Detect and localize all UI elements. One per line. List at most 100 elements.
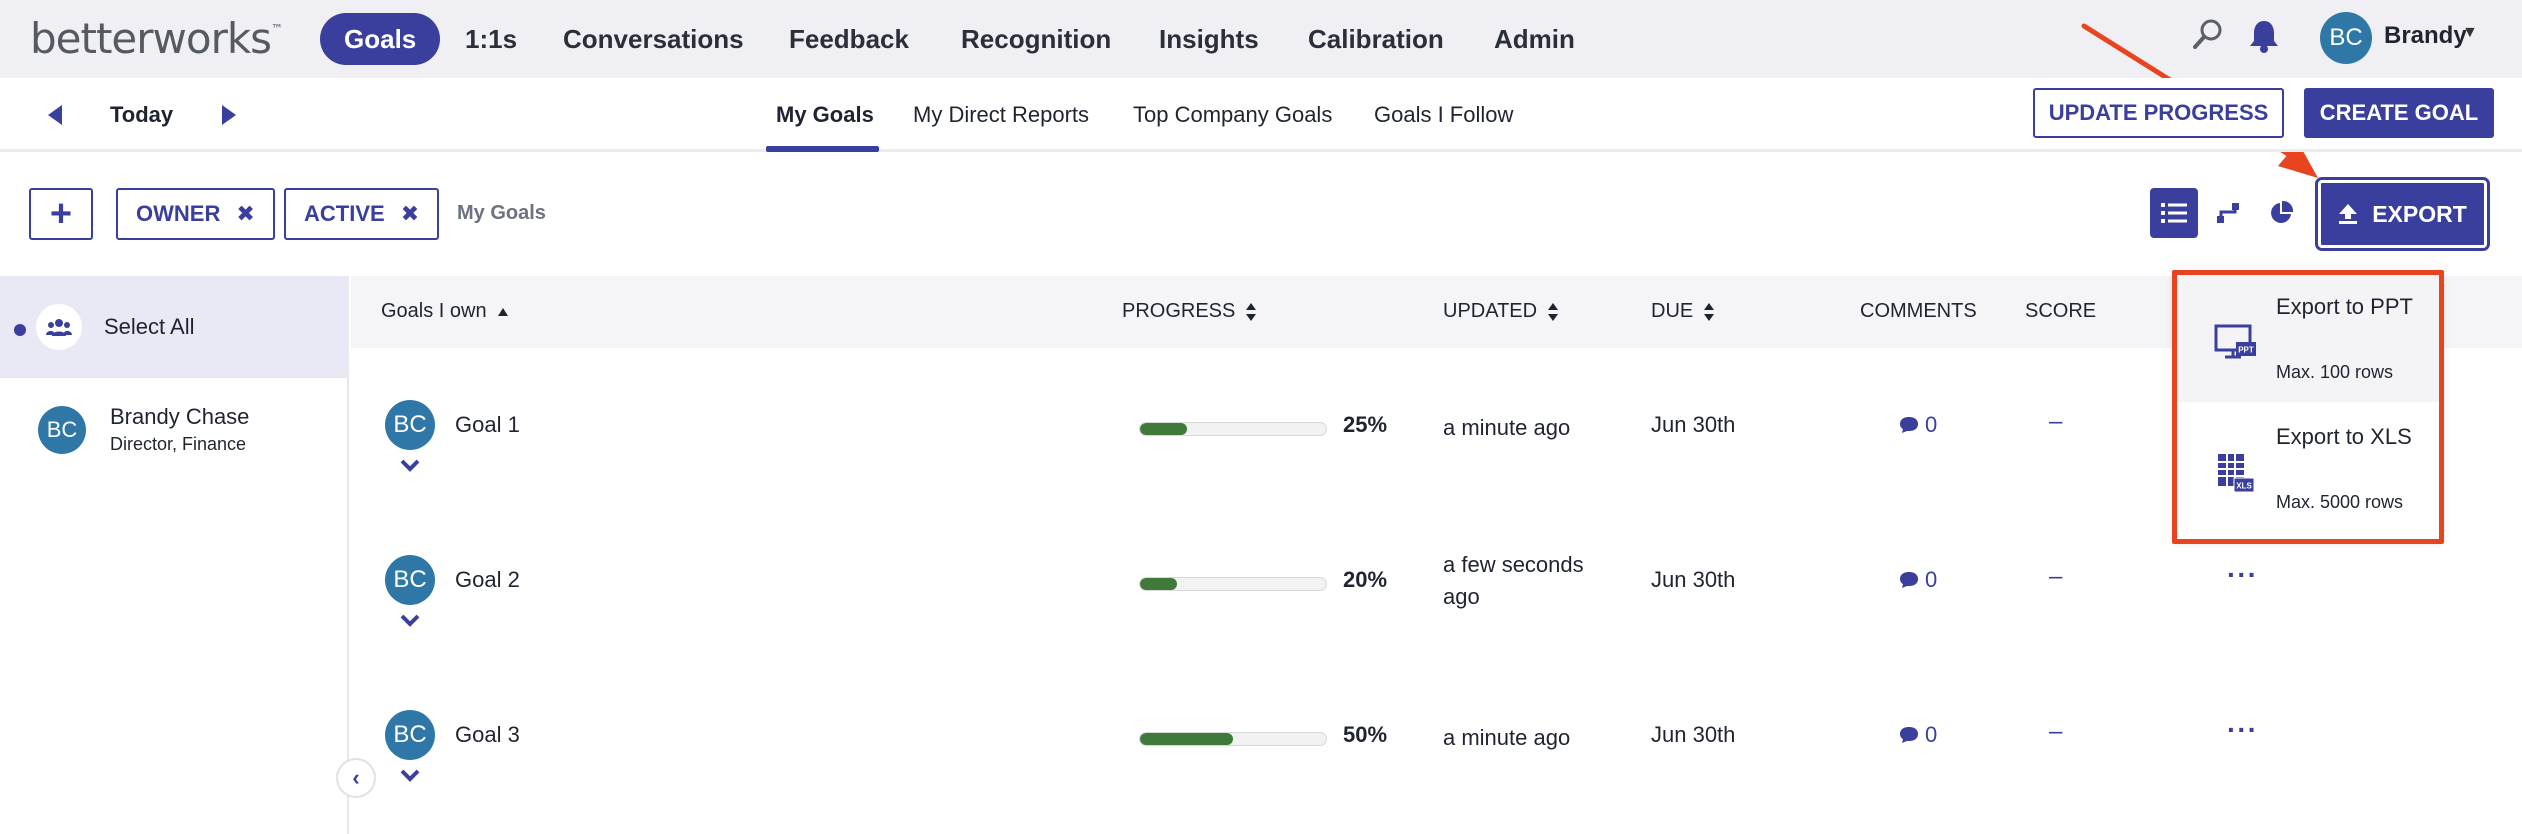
- chevron-down-icon[interactable]: [399, 768, 421, 782]
- comments-link[interactable]: 0: [1899, 567, 1937, 593]
- active-tab-indicator: [766, 146, 879, 152]
- comment-count: 0: [1925, 567, 1938, 592]
- due-date: Jun 30th: [1651, 567, 1736, 592]
- comment-icon: [1900, 727, 1918, 743]
- export-menu: PPT Export to PPT Max. 100 rows XLS Expo…: [2174, 272, 2442, 540]
- score-value: –: [2049, 563, 2063, 590]
- sort-icon: [1704, 302, 1715, 321]
- filter-chip-label: OWNER: [136, 201, 221, 226]
- tab-my-direct-reports[interactable]: My Direct Reports: [913, 102, 1089, 128]
- list-icon: [2161, 203, 2187, 223]
- nav-admin[interactable]: Admin: [1494, 21, 1575, 57]
- column-comments: COMMENTS: [1860, 300, 1977, 322]
- column-progress[interactable]: PROGRESS: [1122, 300, 1257, 323]
- top-navigation: betterworks™ Goals 1:1s Conversations Fe…: [0, 0, 2522, 178]
- export-option-limit: Max. 5000 rows: [2276, 492, 2404, 512]
- column-label: DUE: [1651, 300, 1694, 322]
- updated-time: a minute ago: [1443, 725, 1571, 750]
- avatar: BC: [385, 555, 435, 605]
- person-name: Brandy Chase: [110, 404, 250, 429]
- comment-icon: [1900, 417, 1918, 433]
- ppt-icon: PPT: [2214, 324, 2256, 359]
- select-all-label: Select All: [104, 314, 195, 339]
- nav-recognition[interactable]: Recognition: [961, 21, 1111, 57]
- betterworks-logo[interactable]: betterworks™: [30, 14, 283, 63]
- column-label: Goals I own: [381, 300, 487, 322]
- export-button[interactable]: EXPORT: [2315, 177, 2490, 251]
- progress-percent: 20%: [1343, 567, 1388, 592]
- filter-chip-active[interactable]: ACTIVE ✖: [284, 188, 440, 240]
- column-due[interactable]: DUE: [1651, 300, 1715, 323]
- nav-conversations[interactable]: Conversations: [563, 21, 744, 57]
- chevron-down-icon[interactable]: ▼: [2462, 24, 2478, 42]
- previous-period-icon[interactable]: [48, 105, 62, 125]
- chevron-down-icon[interactable]: [399, 613, 421, 627]
- export-option-limit: Max. 100 rows: [2276, 362, 2394, 382]
- filter-chip-owner[interactable]: OWNER ✖: [116, 188, 275, 240]
- list-view-button[interactable]: [2150, 188, 2198, 238]
- pie-chart-icon: [2271, 200, 2294, 223]
- tab-my-goals[interactable]: My Goals: [776, 102, 874, 128]
- export-ppt-option[interactable]: PPT Export to PPT Max. 100 rows: [2174, 272, 2442, 402]
- hierarchy-icon: [2217, 203, 2239, 223]
- column-label: PROGRESS: [1122, 300, 1236, 322]
- column-goals[interactable]: Goals I own: [381, 300, 509, 323]
- table-row[interactable]: BC Goal 3 50% a minute ago Jun 30th 0 – …: [351, 658, 2522, 813]
- filter-context-label: My Goals: [457, 202, 546, 224]
- progress-percent: 25%: [1343, 412, 1388, 437]
- date-label[interactable]: Today: [110, 102, 173, 128]
- upload-icon: [2339, 204, 2358, 224]
- more-options-icon[interactable]: ···: [2227, 559, 2258, 591]
- nav-goals[interactable]: Goals: [320, 13, 441, 65]
- progress-fill: [1140, 423, 1187, 435]
- user-name[interactable]: Brandy: [2384, 22, 2467, 50]
- chart-view-button[interactable]: [2257, 188, 2305, 238]
- nav-one-on-ones[interactable]: 1:1s: [465, 21, 517, 57]
- nav-calibration[interactable]: Calibration: [1308, 21, 1444, 57]
- create-goal-button[interactable]: CREATE GOAL: [2304, 88, 2494, 138]
- progress-bar: [1139, 732, 1327, 746]
- column-updated[interactable]: UPDATED: [1443, 300, 1559, 323]
- select-all-row[interactable]: Select All: [0, 276, 349, 378]
- due-date: Jun 30th: [1651, 722, 1736, 747]
- nav-insights[interactable]: Insights: [1159, 21, 1259, 57]
- updated-time: a minute ago: [1443, 415, 1571, 440]
- logo-text: betterworks: [30, 14, 272, 63]
- next-period-icon[interactable]: [222, 105, 236, 125]
- update-progress-button[interactable]: UPDATE PROGRESS: [2033, 88, 2284, 138]
- goal-name[interactable]: Goal 3: [455, 722, 520, 748]
- export-option-label: Export to XLS: [2276, 424, 2412, 449]
- remove-filter-icon[interactable]: ✖: [236, 201, 254, 227]
- comments-link[interactable]: 0: [1899, 722, 1937, 748]
- selected-indicator: [14, 324, 26, 336]
- export-xls-option[interactable]: XLS Export to XLS Max. 5000 rows: [2174, 402, 2442, 532]
- remove-filter-icon[interactable]: ✖: [401, 201, 419, 227]
- sort-ascending-icon: [497, 307, 508, 316]
- add-filter-button[interactable]: +: [29, 188, 93, 240]
- progress-bar: [1139, 577, 1327, 591]
- avatar: BC: [385, 400, 435, 450]
- progress-fill: [1140, 578, 1178, 590]
- comment-count: 0: [1925, 722, 1938, 747]
- ppt-badge: PPT: [2238, 346, 2254, 355]
- score-value: –: [2049, 408, 2063, 435]
- sub-navigation: Today My Goals My Direct Reports Top Com…: [0, 78, 2522, 152]
- goal-name[interactable]: Goal 1: [455, 412, 520, 438]
- comments-link[interactable]: 0: [1899, 412, 1937, 438]
- comment-icon: [1900, 572, 1918, 588]
- due-date: Jun 30th: [1651, 412, 1736, 437]
- tab-goals-i-follow[interactable]: Goals I Follow: [1374, 102, 1513, 128]
- score-value: –: [2049, 718, 2063, 745]
- person-title: Director, Finance: [110, 434, 247, 454]
- xls-icon: XLS: [2218, 454, 2255, 493]
- more-options-icon[interactable]: ···: [2227, 714, 2258, 746]
- chevron-down-icon[interactable]: [399, 458, 421, 472]
- nav-feedback[interactable]: Feedback: [789, 21, 909, 57]
- goal-name[interactable]: Goal 2: [455, 567, 520, 593]
- filter-chip-label: ACTIVE: [304, 201, 385, 226]
- progress-percent: 50%: [1343, 722, 1388, 747]
- updated-time: a few seconds ago: [1443, 552, 1584, 609]
- progress-fill: [1140, 733, 1233, 745]
- alignment-view-button[interactable]: [2204, 188, 2252, 238]
- tab-top-company-goals[interactable]: Top Company Goals: [1133, 102, 1332, 128]
